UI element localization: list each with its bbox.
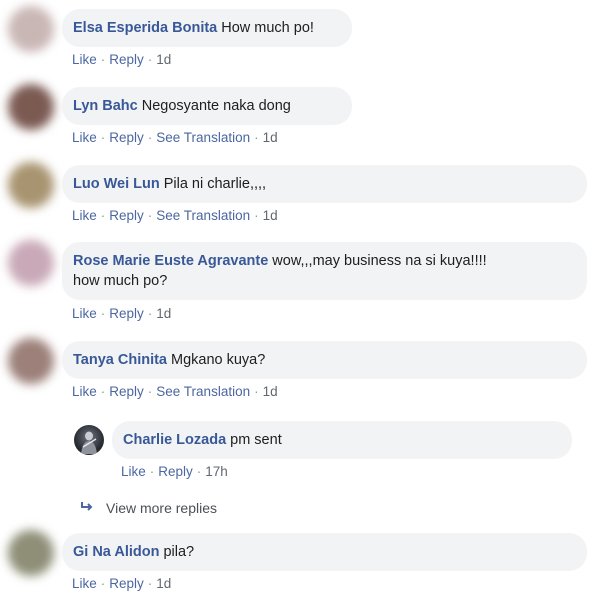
timestamp[interactable]: 17h [205, 464, 228, 479]
comment-actions: Like · Reply · See Translation · 1d [72, 130, 278, 145]
separator: · [147, 576, 153, 591]
reply-link[interactable]: Reply [109, 306, 144, 321]
avatar[interactable] [8, 84, 54, 130]
like-link[interactable]: Like [72, 306, 97, 321]
view-more-replies-label[interactable]: View more replies [106, 500, 217, 516]
comment-actions: Like · Reply · 1d [72, 52, 171, 67]
avatar[interactable] [8, 338, 54, 384]
separator: · [147, 384, 153, 399]
reply-author[interactable]: Charlie Lozada [123, 432, 226, 448]
comment-text: How much po! [221, 20, 314, 36]
comment-text: Negosyante naka dong [141, 98, 291, 114]
comment-text: wow,,,may business na si kuya!!!! [272, 253, 487, 269]
separator: · [100, 306, 106, 321]
avatar[interactable] [8, 240, 54, 286]
see-translation-link[interactable]: See Translation [156, 130, 250, 145]
comment-actions: Like · Reply · See Translation · 1d [72, 208, 278, 223]
separator: · [100, 130, 106, 145]
comment-bubble: Elsa Esperida Bonita How much po! [62, 9, 352, 47]
comment-bubble: Lyn Bahc Negosyante naka dong [62, 87, 352, 125]
separator: · [100, 384, 106, 399]
view-more-replies[interactable]: View more replies [80, 500, 217, 517]
separator: · [147, 52, 153, 67]
comment-author[interactable]: Rose Marie Euste Agravante [73, 253, 268, 269]
separator: · [147, 306, 153, 321]
reply-bubble: Charlie Lozada pm sent [112, 421, 572, 459]
reply-actions: Like · Reply · 17h [121, 464, 228, 479]
separator: · [147, 130, 153, 145]
comment-text: Mgkano kuya? [171, 352, 266, 368]
timestamp[interactable]: 1d [263, 130, 278, 145]
comment-actions: Like · Reply · See Translation · 1d [72, 384, 278, 399]
see-translation-link[interactable]: See Translation [156, 384, 250, 399]
avatar[interactable] [8, 530, 54, 576]
guitar-player-icon[interactable] [74, 425, 104, 455]
comment-author[interactable]: Elsa Esperida Bonita [73, 20, 217, 36]
avatar[interactable] [8, 6, 54, 52]
comment-author[interactable]: Tanya Chinita [73, 352, 167, 368]
separator: · [100, 576, 106, 591]
separator: · [254, 208, 259, 223]
like-link[interactable]: Like [72, 384, 97, 399]
separator: · [149, 464, 155, 479]
reply-link[interactable]: Reply [109, 576, 144, 591]
timestamp[interactable]: 1d [263, 384, 278, 399]
comment-text: Pila ni charlie,,,, [163, 176, 267, 192]
timestamp[interactable]: 1d [156, 52, 171, 67]
reply-link[interactable]: Reply [158, 464, 193, 479]
separator: · [100, 208, 106, 223]
comment-actions: Like · Reply · 1d [72, 576, 171, 591]
separator: · [254, 130, 259, 145]
timestamp[interactable]: 1d [263, 208, 278, 223]
like-link[interactable]: Like [72, 130, 97, 145]
comment-bubble: Luo Wei Lun Pila ni charlie,,,, [62, 165, 587, 203]
like-link[interactable]: Like [72, 576, 97, 591]
comment-bubble: Rose Marie Euste Agravante wow,,,may busi… [62, 242, 587, 300]
comment-author[interactable]: Luo Wei Lun [73, 176, 160, 192]
separator: · [196, 464, 202, 479]
separator: · [147, 208, 153, 223]
reply-link[interactable]: Reply [109, 52, 144, 67]
comment-author[interactable]: Lyn Bahc [73, 98, 138, 114]
avatar[interactable] [8, 162, 54, 208]
see-translation-link[interactable]: See Translation [156, 208, 250, 223]
separator: · [100, 52, 106, 67]
like-link[interactable]: Like [72, 208, 97, 223]
comment-actions: Like · Reply · 1d [72, 306, 171, 321]
timestamp[interactable]: 1d [156, 576, 171, 591]
timestamp[interactable]: 1d [156, 306, 171, 321]
like-link[interactable]: Like [72, 52, 97, 67]
like-link[interactable]: Like [121, 464, 146, 479]
comment-bubble: Tanya Chinita Mgkano kuya? [62, 341, 587, 379]
reply-text: pm sent [230, 432, 282, 448]
comment-bubble: Gi Na Alidon pila? [62, 533, 587, 571]
reply-link[interactable]: Reply [109, 130, 144, 145]
comment-author[interactable]: Gi Na Alidon [73, 544, 159, 560]
comment-text: pila? [163, 544, 195, 560]
reply-link[interactable]: Reply [109, 384, 144, 399]
reply-arrow-icon [80, 500, 96, 517]
comment-text-continued: how much po? [73, 273, 168, 289]
separator: · [254, 384, 259, 399]
reply-link[interactable]: Reply [109, 208, 144, 223]
